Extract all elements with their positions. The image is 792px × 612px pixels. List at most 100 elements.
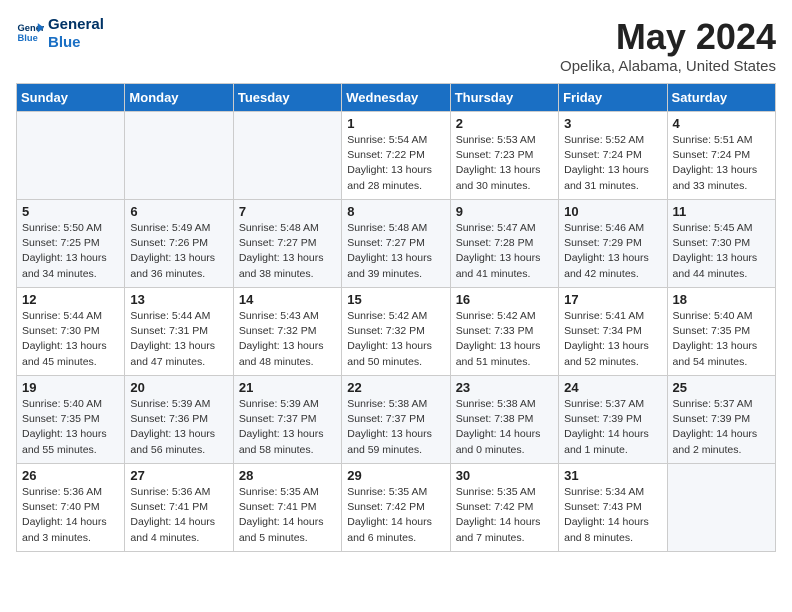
day-number: 29 [347, 468, 444, 483]
calendar-cell: 26 Sunrise: 5:36 AM Sunset: 7:40 PM Dayli… [17, 464, 125, 552]
day-detail: Sunrise: 5:53 AM Sunset: 7:23 PM Dayligh… [456, 133, 553, 194]
page-title: May 2024 [560, 16, 776, 58]
day-number: 2 [456, 116, 553, 131]
calendar-cell: 25Sunrise: 5:37 AM Sunset: 7:39 PM Dayli… [667, 376, 775, 464]
day-detail: Sunrise: 5:54 AM Sunset: 7:22 PM Dayligh… [347, 133, 444, 194]
day-number: 26 [22, 468, 119, 483]
column-header-monday: Monday [125, 84, 233, 112]
calendar-table: SundayMondayTuesdayWednesdayThursdayFrid… [16, 83, 776, 552]
day-number: 15 [347, 292, 444, 307]
logo-text-blue: Blue [48, 34, 104, 52]
day-detail: Sunrise: 5:39 AM Sunset: 7:37 PM Dayligh… [239, 397, 336, 458]
day-detail: Sunrise: 5:49 AM Sunset: 7:26 PM Dayligh… [130, 221, 227, 282]
calendar-cell: 19 Sunrise: 5:40 AM Sunset: 7:35 PM Dayli… [17, 376, 125, 464]
day-detail: Sunrise: 5:40 AM Sunset: 7:35 PM Dayligh… [22, 397, 119, 458]
calendar-cell [667, 464, 775, 552]
logo-icon: General Blue [16, 20, 44, 48]
day-detail: Sunrise: 5:37 AM Sunset: 7:39 PM Dayligh… [564, 397, 661, 458]
calendar-week-row: 5Sunrise: 5:50 AM Sunset: 7:25 PM Daylig… [17, 200, 776, 288]
day-number: 25 [673, 380, 770, 395]
calendar-cell: 31 Sunrise: 5:34 AM Sunset: 7:43 PM Dayli… [559, 464, 667, 552]
calendar-cell: 28 Sunrise: 5:35 AM Sunset: 7:41 PM Dayli… [233, 464, 341, 552]
logo-text-general: General [48, 16, 104, 34]
day-number: 10 [564, 204, 661, 219]
calendar-cell: 30Sunrise: 5:35 AM Sunset: 7:42 PM Dayli… [450, 464, 558, 552]
day-number: 12 [22, 292, 119, 307]
calendar-cell: 17 Sunrise: 5:41 AM Sunset: 7:34 PM Dayli… [559, 288, 667, 376]
calendar-cell: 20Sunrise: 5:39 AM Sunset: 7:36 PM Dayli… [125, 376, 233, 464]
calendar-cell: 12 Sunrise: 5:44 AM Sunset: 7:30 PM Dayli… [17, 288, 125, 376]
calendar-cell: 22Sunrise: 5:38 AM Sunset: 7:37 PM Dayli… [342, 376, 450, 464]
day-number: 5 [22, 204, 119, 219]
day-detail: Sunrise: 5:44 AM Sunset: 7:30 PM Dayligh… [22, 309, 119, 370]
day-detail: Sunrise: 5:38 AM Sunset: 7:37 PM Dayligh… [347, 397, 444, 458]
day-detail: Sunrise: 5:35 AM Sunset: 7:41 PM Dayligh… [239, 485, 336, 546]
column-header-tuesday: Tuesday [233, 84, 341, 112]
calendar-cell: 3 Sunrise: 5:52 AM Sunset: 7:24 PM Daylig… [559, 112, 667, 200]
day-number: 11 [673, 204, 770, 219]
day-number: 9 [456, 204, 553, 219]
calendar-cell: 29 Sunrise: 5:35 AM Sunset: 7:42 PM Dayli… [342, 464, 450, 552]
calendar-cell: 10Sunrise: 5:46 AM Sunset: 7:29 PM Dayli… [559, 200, 667, 288]
day-detail: Sunrise: 5:35 AM Sunset: 7:42 PM Dayligh… [347, 485, 444, 546]
day-number: 18 [673, 292, 770, 307]
day-detail: Sunrise: 5:52 AM Sunset: 7:24 PM Dayligh… [564, 133, 661, 194]
day-number: 14 [239, 292, 336, 307]
calendar-cell: 7 Sunrise: 5:48 AM Sunset: 7:27 PM Daylig… [233, 200, 341, 288]
day-detail: Sunrise: 5:42 AM Sunset: 7:32 PM Dayligh… [347, 309, 444, 370]
day-detail: Sunrise: 5:40 AM Sunset: 7:35 PM Dayligh… [673, 309, 770, 370]
calendar-cell: 5Sunrise: 5:50 AM Sunset: 7:25 PM Daylig… [17, 200, 125, 288]
day-number: 1 [347, 116, 444, 131]
day-number: 8 [347, 204, 444, 219]
calendar-cell [125, 112, 233, 200]
calendar-cell: 15 Sunrise: 5:42 AM Sunset: 7:32 PM Dayli… [342, 288, 450, 376]
day-detail: Sunrise: 5:44 AM Sunset: 7:31 PM Dayligh… [130, 309, 227, 370]
day-detail: Sunrise: 5:38 AM Sunset: 7:38 PM Dayligh… [456, 397, 553, 458]
calendar-cell: 18 Sunrise: 5:40 AM Sunset: 7:35 PM Dayli… [667, 288, 775, 376]
calendar-cell: 16 Sunrise: 5:42 AM Sunset: 7:33 PM Dayli… [450, 288, 558, 376]
day-number: 4 [673, 116, 770, 131]
calendar-cell: 21 Sunrise: 5:39 AM Sunset: 7:37 PM Dayli… [233, 376, 341, 464]
column-header-sunday: Sunday [17, 84, 125, 112]
calendar-cell: 1 Sunrise: 5:54 AM Sunset: 7:22 PM Daylig… [342, 112, 450, 200]
day-number: 17 [564, 292, 661, 307]
calendar-week-row: 26 Sunrise: 5:36 AM Sunset: 7:40 PM Dayli… [17, 464, 776, 552]
column-header-saturday: Saturday [667, 84, 775, 112]
day-number: 7 [239, 204, 336, 219]
day-number: 3 [564, 116, 661, 131]
calendar-cell: 14Sunrise: 5:43 AM Sunset: 7:32 PM Dayli… [233, 288, 341, 376]
day-detail: Sunrise: 5:45 AM Sunset: 7:30 PM Dayligh… [673, 221, 770, 282]
day-detail: Sunrise: 5:48 AM Sunset: 7:27 PM Dayligh… [239, 221, 336, 282]
calendar-cell: 6Sunrise: 5:49 AM Sunset: 7:26 PM Daylig… [125, 200, 233, 288]
day-detail: Sunrise: 5:39 AM Sunset: 7:36 PM Dayligh… [130, 397, 227, 458]
svg-text:Blue: Blue [18, 33, 38, 43]
day-detail: Sunrise: 5:34 AM Sunset: 7:43 PM Dayligh… [564, 485, 661, 546]
calendar-cell: 2 Sunrise: 5:53 AM Sunset: 7:23 PM Daylig… [450, 112, 558, 200]
day-detail: Sunrise: 5:42 AM Sunset: 7:33 PM Dayligh… [456, 309, 553, 370]
title-area: May 2024 Opelika, Alabama, United States [560, 16, 776, 75]
day-number: 21 [239, 380, 336, 395]
page-subtitle: Opelika, Alabama, United States [560, 58, 776, 75]
day-number: 24 [564, 380, 661, 395]
calendar-cell: 9 Sunrise: 5:47 AM Sunset: 7:28 PM Daylig… [450, 200, 558, 288]
calendar-cell: 27Sunrise: 5:36 AM Sunset: 7:41 PM Dayli… [125, 464, 233, 552]
column-header-thursday: Thursday [450, 84, 558, 112]
day-detail: Sunrise: 5:36 AM Sunset: 7:40 PM Dayligh… [22, 485, 119, 546]
calendar-cell: 23 Sunrise: 5:38 AM Sunset: 7:38 PM Dayli… [450, 376, 558, 464]
column-header-friday: Friday [559, 84, 667, 112]
calendar-week-row: 1 Sunrise: 5:54 AM Sunset: 7:22 PM Daylig… [17, 112, 776, 200]
calendar-cell: 13 Sunrise: 5:44 AM Sunset: 7:31 PM Dayli… [125, 288, 233, 376]
day-number: 13 [130, 292, 227, 307]
logo: General Blue General Blue [16, 16, 104, 52]
day-number: 28 [239, 468, 336, 483]
column-header-wednesday: Wednesday [342, 84, 450, 112]
day-number: 23 [456, 380, 553, 395]
calendar-week-row: 19 Sunrise: 5:40 AM Sunset: 7:35 PM Dayli… [17, 376, 776, 464]
calendar-cell [17, 112, 125, 200]
day-number: 31 [564, 468, 661, 483]
day-detail: Sunrise: 5:36 AM Sunset: 7:41 PM Dayligh… [130, 485, 227, 546]
day-number: 19 [22, 380, 119, 395]
day-detail: Sunrise: 5:47 AM Sunset: 7:28 PM Dayligh… [456, 221, 553, 282]
day-detail: Sunrise: 5:41 AM Sunset: 7:34 PM Dayligh… [564, 309, 661, 370]
day-number: 16 [456, 292, 553, 307]
